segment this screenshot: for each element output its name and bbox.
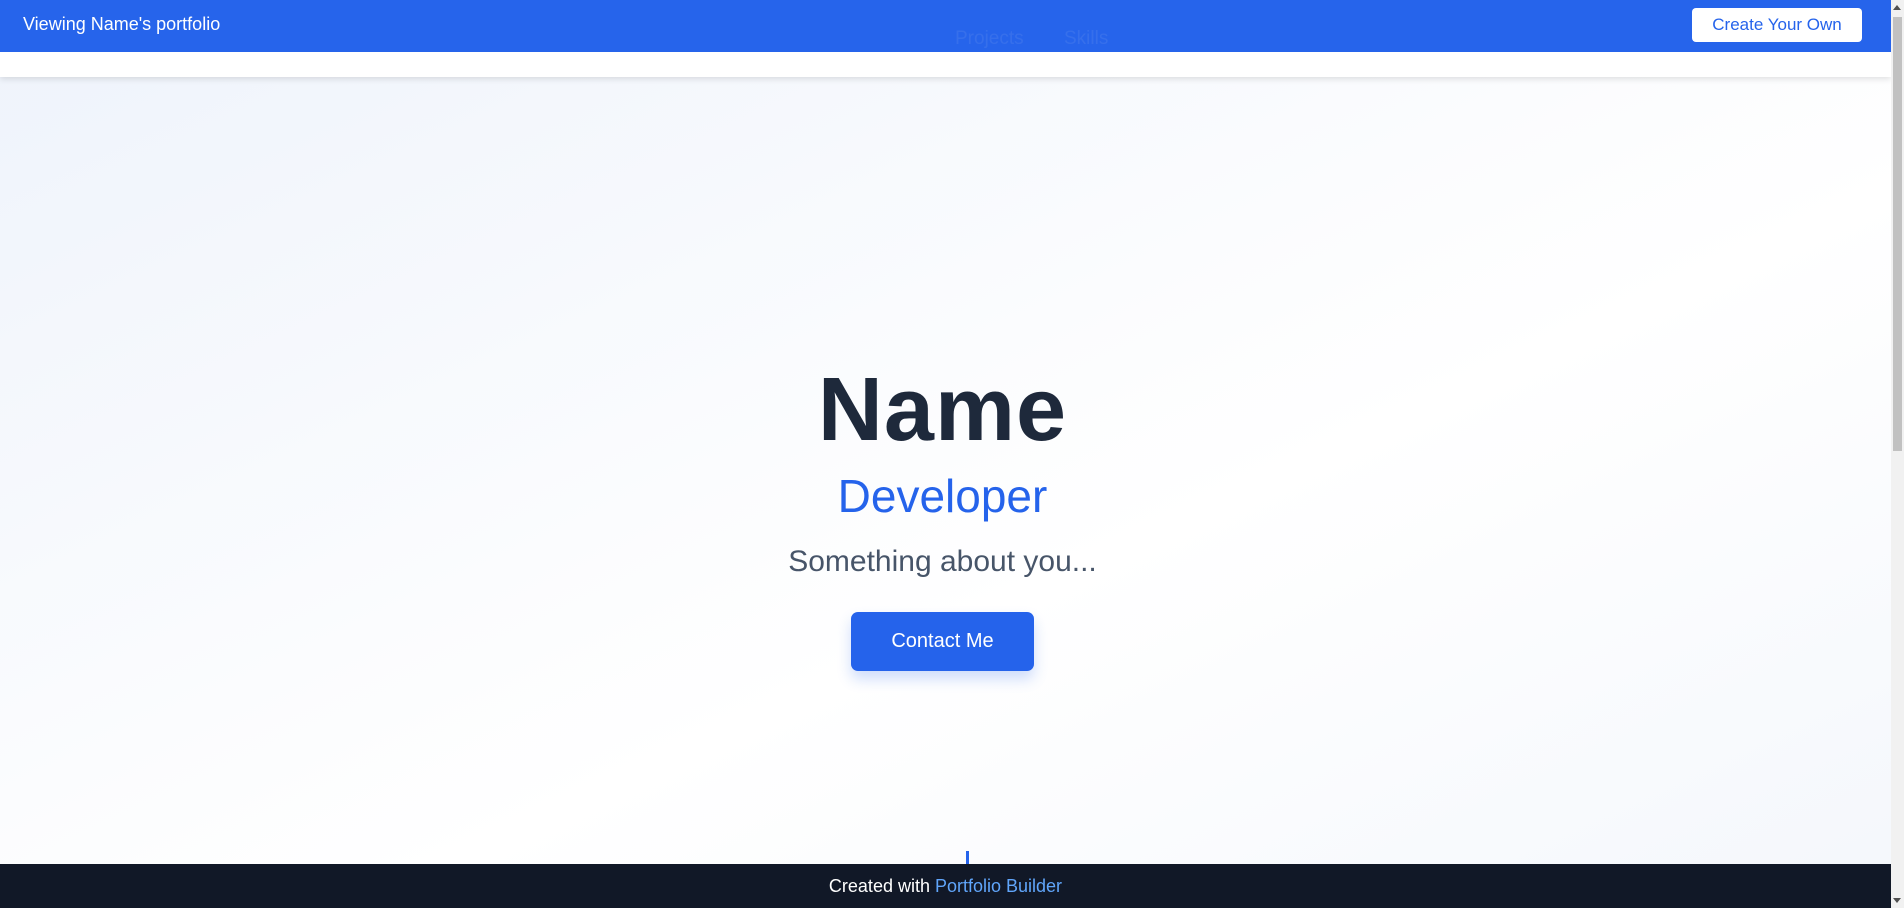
- viewing-banner: Projects Skills Viewing Name's portfolio…: [0, 0, 1891, 52]
- portfolio-page: Projects Skills Projects Skills Viewing …: [0, 0, 1891, 908]
- hero-role: Developer: [837, 470, 1048, 522]
- scroll-down-indicator[interactable]: [966, 851, 969, 865]
- viewing-portfolio-label: Viewing Name's portfolio: [23, 14, 221, 34]
- hero-about: Something about you...: [788, 545, 1097, 578]
- scroll-up-arrow-icon[interactable]: [1893, 5, 1901, 10]
- scroll-down-arrow-icon[interactable]: [1893, 898, 1901, 903]
- nav-link-projects-ghost: Projects: [955, 28, 1024, 49]
- nav-link-skills-ghost: Skills: [1064, 28, 1109, 49]
- create-your-own-button[interactable]: Create Your Own: [1692, 8, 1862, 42]
- vertical-scrollbar[interactable]: [1891, 0, 1904, 908]
- contact-me-button[interactable]: Contact Me: [851, 612, 1034, 671]
- footer-portfolio-builder-link[interactable]: Portfolio Builder: [935, 876, 1062, 896]
- scrollbar-thumb[interactable]: [1893, 17, 1902, 451]
- footer-prefix: Created with: [828, 876, 935, 896]
- hero-section: Name Developer Something about you... Co…: [0, 360, 1885, 671]
- footer: Created with Portfolio Builder: [0, 864, 1891, 908]
- hero-name: Name: [817, 360, 1068, 460]
